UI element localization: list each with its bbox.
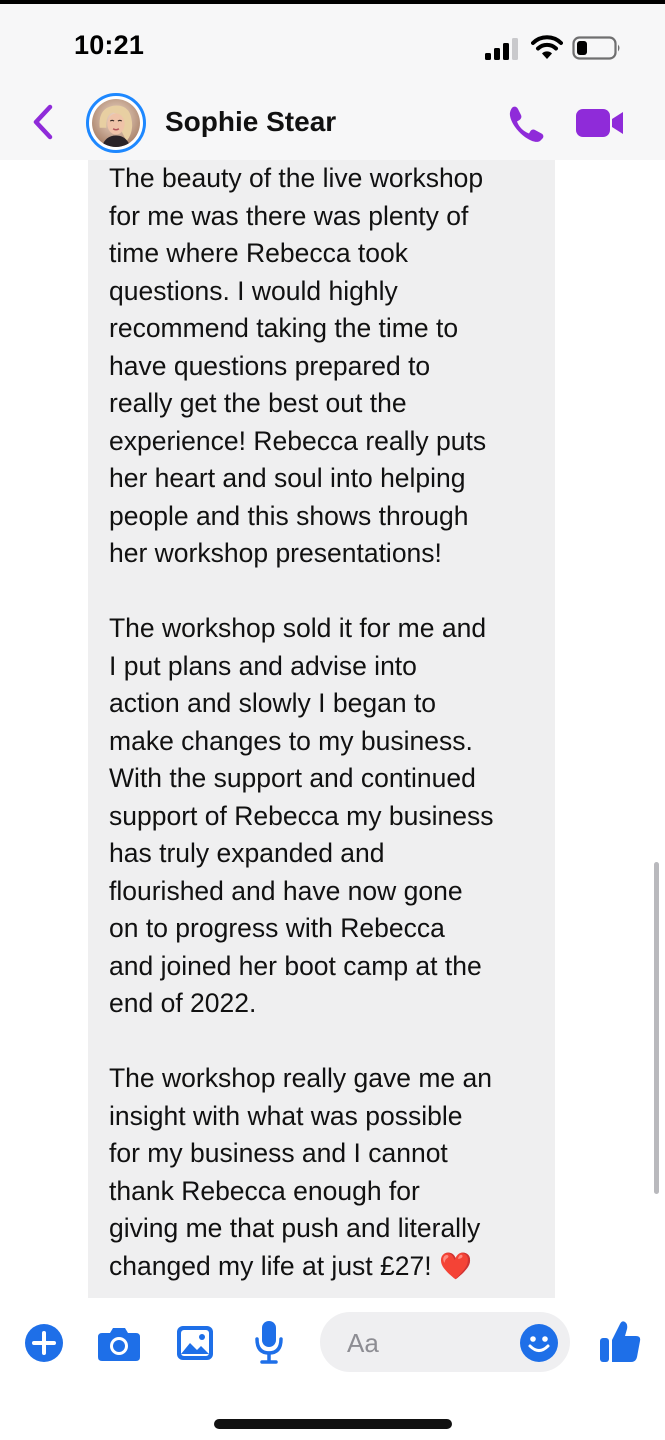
message-bubble[interactable]: The beauty of the live workshop for me w… (88, 160, 555, 1298)
cellular-signal-icon (485, 38, 518, 60)
back-chevron-icon[interactable] (28, 102, 58, 142)
battery-icon (572, 36, 620, 60)
avatar-photo (92, 99, 140, 147)
thumbs-up-icon[interactable] (598, 1318, 642, 1364)
emoji-icon[interactable] (519, 1323, 559, 1363)
message-input-placeholder: Aa (347, 1328, 379, 1358)
status-time: 10:21 (74, 30, 145, 60)
phone-icon[interactable] (504, 104, 546, 142)
microphone-icon[interactable] (253, 1319, 285, 1365)
wifi-icon (531, 35, 563, 59)
message-body: The beauty of the live workshop for me w… (109, 163, 494, 1281)
contact-name[interactable]: Sophie Stear (165, 106, 336, 138)
message-text: The beauty of the live workshop for me w… (109, 160, 549, 1285)
scrollbar[interactable] (654, 862, 659, 1194)
home-indicator[interactable] (214, 1419, 452, 1429)
plus-icon[interactable] (24, 1323, 64, 1363)
heart-emoji: ❤️ (438, 1250, 472, 1281)
camera-icon[interactable] (97, 1323, 141, 1363)
video-camera-icon[interactable] (576, 108, 624, 138)
avatar[interactable] (86, 93, 146, 153)
gallery-icon[interactable] (175, 1323, 215, 1363)
message-thread[interactable]: The beauty of the live workshop for me w… (0, 160, 665, 1298)
